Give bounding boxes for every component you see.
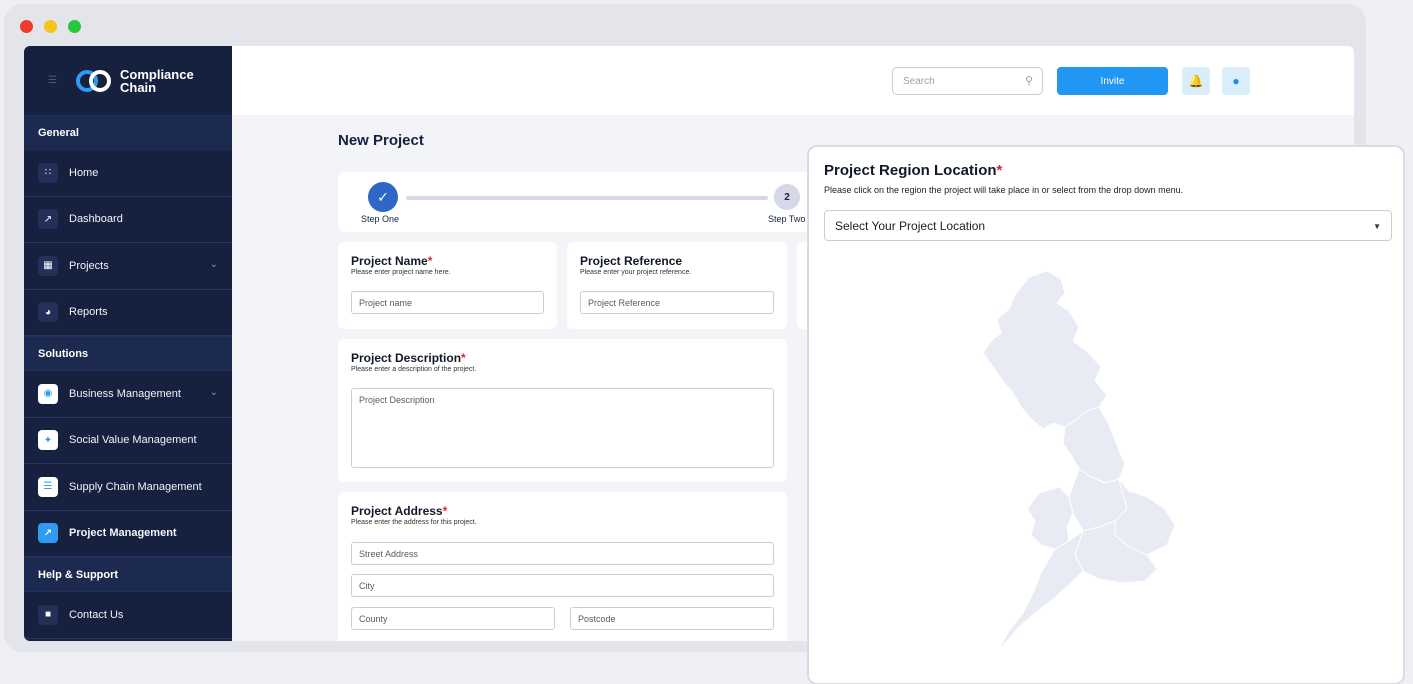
project-reference-input[interactable]: Project Reference bbox=[580, 291, 774, 314]
step-one-label: Step One bbox=[361, 214, 400, 224]
invite-button[interactable]: Invite bbox=[1057, 67, 1168, 95]
user-icon[interactable]: ● bbox=[1222, 67, 1250, 95]
sidebar-item-home[interactable]: ∷ Home bbox=[24, 150, 232, 197]
project-name-input[interactable]: Project name bbox=[351, 291, 544, 314]
chevron-down-icon[interactable]: ⌄ bbox=[210, 259, 218, 270]
section-help: Help & Support bbox=[24, 557, 232, 592]
pie-chart-icon: ◕ bbox=[38, 302, 58, 323]
step-two-label: Step Two bbox=[768, 214, 806, 224]
street-address-input[interactable]: Street Address bbox=[351, 542, 774, 565]
county-input[interactable]: County bbox=[351, 607, 555, 630]
stepper-progress-line bbox=[406, 196, 768, 200]
project-location-select[interactable]: Select Your Project Location ▼ bbox=[824, 210, 1392, 241]
project-address-title: Project Address* bbox=[351, 504, 448, 518]
grid-icon: ∷ bbox=[38, 162, 58, 183]
uk-region-map[interactable] bbox=[969, 269, 1209, 654]
search-input[interactable]: Search ⚲ bbox=[892, 67, 1043, 95]
section-general: General bbox=[24, 115, 232, 150]
topbar: Search ⚲ Invite 🔔 ● bbox=[232, 46, 1354, 115]
step-two-circle[interactable]: 2 bbox=[774, 184, 800, 210]
minimize-window-dot[interactable] bbox=[44, 20, 57, 33]
caret-down-icon: ▼ bbox=[1373, 222, 1381, 231]
map-region-wales[interactable] bbox=[1026, 486, 1074, 550]
close-window-dot[interactable] bbox=[20, 20, 33, 33]
project-description-title: Project Description* bbox=[351, 351, 466, 365]
project-description-hint: Please enter a description of the projec… bbox=[351, 366, 477, 373]
project-reference-hint: Please enter your project reference. bbox=[580, 269, 692, 276]
maximize-window-dot[interactable] bbox=[68, 20, 81, 33]
stepper: ✓ 2 Step One Step Two bbox=[338, 172, 838, 232]
social-value-icon: ✦ bbox=[38, 430, 58, 451]
project-description-card: Project Description* Please enter a desc… bbox=[338, 339, 787, 482]
project-address-card: Project Address* Please enter the addres… bbox=[338, 492, 787, 641]
sidebar-item-contact-us[interactable]: ■ Contact Us bbox=[24, 592, 232, 639]
project-reference-card: Project Reference Please enter your proj… bbox=[567, 242, 787, 329]
brand[interactable]: ☰ Compliance Chain bbox=[24, 46, 232, 115]
project-address-hint: Please enter the address for this projec… bbox=[351, 519, 477, 526]
chat-icon: ■ bbox=[38, 604, 58, 625]
project-name-card: Project Name* Please enter project name … bbox=[338, 242, 557, 329]
map-region-scotland[interactable] bbox=[982, 270, 1108, 430]
page-title: New Project bbox=[338, 132, 424, 149]
sidebar-item-reports[interactable]: ◕ Reports bbox=[24, 290, 232, 336]
sidebar-item-social-value-management[interactable]: ✦ Social Value Management bbox=[24, 418, 232, 464]
check-icon[interactable]: ✓ bbox=[368, 182, 398, 212]
chevron-down-icon[interactable]: ⌄ bbox=[210, 387, 218, 398]
supply-chain-icon: ☰ bbox=[38, 476, 58, 497]
project-name-title: Project Name* bbox=[351, 254, 433, 268]
region-location-panel: Project Region Location* Please click on… bbox=[807, 145, 1405, 684]
search-icon: ⚲ bbox=[1024, 75, 1033, 87]
project-name-hint: Please enter project name here. bbox=[351, 269, 451, 276]
chart-icon: ↗ bbox=[38, 209, 58, 230]
sidebar-item-supply-chain-management[interactable]: ☰ Supply Chain Management bbox=[24, 464, 232, 511]
brand-name: Compliance Chain bbox=[120, 66, 194, 95]
brand-logo-icon bbox=[76, 69, 112, 92]
section-solutions: Solutions bbox=[24, 336, 232, 371]
sidebar-item-dashboard[interactable]: ↗ Dashboard bbox=[24, 197, 232, 243]
sidebar: ☰ Compliance Chain General ∷ Home ↗ Dash… bbox=[24, 46, 232, 641]
map-region-south-west[interactable] bbox=[998, 529, 1084, 650]
arrow-up-right-icon: ↗ bbox=[38, 523, 58, 544]
sidebar-item-business-management[interactable]: ◉ Business Management ⌄ bbox=[24, 371, 232, 418]
project-description-textarea[interactable]: Project Description bbox=[351, 388, 774, 468]
project-reference-title: Project Reference bbox=[580, 254, 683, 268]
bell-icon[interactable]: 🔔 bbox=[1182, 67, 1210, 95]
menu-icon[interactable]: ☰ bbox=[48, 75, 76, 86]
sidebar-item-projects[interactable]: ▦ Projects ⌄ bbox=[24, 243, 232, 290]
postcode-input[interactable]: Postcode bbox=[570, 607, 774, 630]
region-panel-title: Project Region Location* bbox=[824, 162, 1003, 179]
sidebar-item-project-management[interactable]: ↗ Project Management bbox=[24, 511, 232, 557]
region-panel-subtitle: Please click on the region the project w… bbox=[824, 185, 1184, 195]
shield-icon: ◉ bbox=[38, 383, 58, 404]
building-icon: ▦ bbox=[38, 255, 58, 276]
city-input[interactable]: City bbox=[351, 574, 774, 597]
